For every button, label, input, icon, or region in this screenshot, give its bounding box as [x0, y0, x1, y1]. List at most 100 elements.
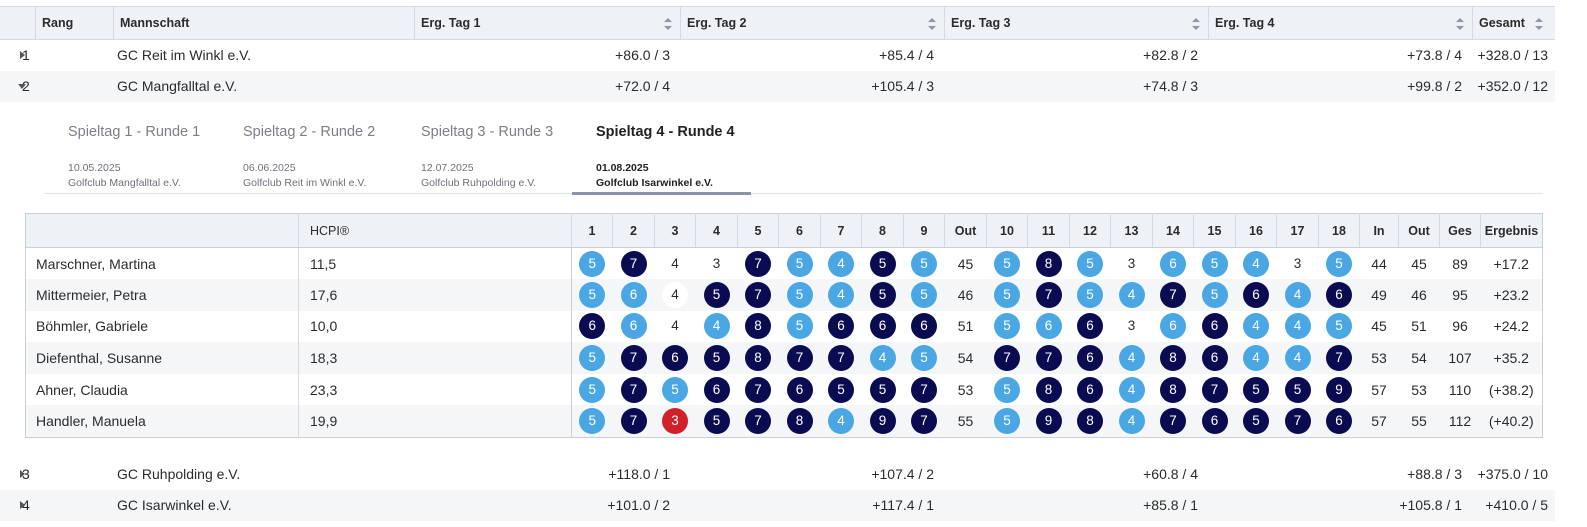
hole-16-cell: 6 [1235, 279, 1277, 311]
player-row: Handler, Manuela 19,9 5 7 3 5 7 8 4 9 7 55 5 9 8 4 7 6 5 7 6… [25, 405, 1543, 438]
hole-score: 5 [911, 345, 937, 372]
hole-score: 5 [579, 281, 606, 308]
tab-date: 01.08.2025 [596, 162, 649, 174]
hole-score: 7 [1035, 281, 1062, 308]
hole-13-cell: 4 [1110, 279, 1153, 311]
header-day2[interactable]: Erg. Tag 2 [680, 7, 944, 39]
tab-title: Spieltag 1 - Runde 1 [68, 124, 201, 140]
in-total: 57 [1359, 405, 1399, 438]
team-day3: +60.8 / 4 [1143, 466, 1198, 482]
hole-17-cell: 4 [1276, 342, 1319, 374]
team-rank: 2 [22, 78, 30, 94]
header-total[interactable]: Gesamt [1472, 7, 1551, 39]
hole-17-cell: 5 [1277, 374, 1319, 406]
tab-round-2[interactable]: Spieltag 2 - Runde 2 06.06.2025 Golfclub… [243, 110, 403, 193]
hole-15-cell: 7 [1194, 374, 1236, 406]
team-row[interactable]: 2 GC Mangfalltal e.V. +72.0 / 4 +105.4 /… [0, 71, 1555, 102]
team-rank: 1 [22, 47, 30, 63]
sort-icon[interactable] [1192, 18, 1200, 30]
hole-18-cell: 5 [1319, 248, 1360, 280]
team-day4: +73.8 / 4 [1407, 47, 1462, 63]
hole-9-cell: 5 [903, 279, 945, 311]
player-name: Ahner, Claudia [25, 373, 299, 406]
expand-toggle[interactable] [5, 459, 35, 490]
hole-score: 3 [1127, 255, 1136, 271]
hole-score: 6 [869, 313, 896, 340]
hole-2-cell: 7 [613, 248, 655, 280]
hole-score: 6 [1160, 313, 1186, 340]
hole-score: 3 [662, 408, 688, 435]
hole-score: 7 [1035, 345, 1062, 372]
hole-score: 7 [745, 250, 771, 277]
hole-6-cell: 8 [778, 405, 821, 438]
hole-score: 7 [911, 376, 937, 403]
sort-icon[interactable] [664, 18, 672, 30]
in-total: 49 [1359, 279, 1399, 311]
team-day1: +101.0 / 2 [607, 497, 670, 513]
expand-toggle[interactable] [5, 490, 35, 521]
tab-round-3[interactable]: Spieltag 3 - Runde 3 12.07.2025 Golfclub… [421, 110, 581, 193]
sort-icon[interactable] [928, 18, 936, 30]
hole-score: 6 [579, 313, 606, 340]
hole-5-cell: 7 [737, 279, 779, 311]
tab-round-4[interactable]: Spieltag 4 - Runde 4 01.08.2025 Golfclub… [572, 110, 751, 195]
hole-score: 4 [703, 313, 730, 340]
hole-3-cell: 4 [654, 279, 696, 311]
hole-10-cell: 5 [987, 248, 1028, 280]
hole-score: 7 [828, 345, 854, 372]
round-tabs: Spieltag 1 - Runde 1 10.05.2025 Golfclub… [44, 110, 1543, 195]
hole-16-cell: 5 [1235, 405, 1277, 438]
score-header-row: HCPI® 1 2 3 4 5 6 7 8 9 Out 10 11 12 13 14 15 16 17 18 In Ou… [25, 213, 1543, 248]
team-row[interactable]: 3 GC Ruhpolding e.V. +118.0 / 1 +107.4 /… [0, 459, 1555, 490]
tab-date: 12.07.2025 [421, 162, 474, 174]
header-rank[interactable]: Rang [35, 7, 113, 39]
header-col-7: 7 [820, 213, 862, 248]
hole-score: 9 [1035, 408, 1062, 435]
hole-score: 4 [1243, 345, 1269, 372]
header-day3[interactable]: Erg. Tag 3 [944, 7, 1208, 39]
team-day3: +85.8 / 1 [1143, 497, 1198, 513]
hole-score: 3 [1293, 255, 1302, 271]
team-day4: +105.8 / 1 [1399, 497, 1462, 513]
hole-1-cell: 5 [571, 279, 613, 311]
hole-3-cell: 6 [654, 342, 696, 374]
hole-15-cell: 5 [1194, 248, 1236, 280]
hole-10-cell: 5 [987, 374, 1028, 406]
hole-8-cell: 9 [861, 405, 904, 438]
hole-17-cell: 4 [1277, 311, 1319, 343]
team-total: +352.0 / 12 [1477, 78, 1548, 94]
hole-score: 4 [1118, 345, 1145, 372]
in-total: 45 [1371, 318, 1387, 335]
hole-9-cell: 7 [904, 374, 945, 406]
tab-club: Golfclub Ruhpolding e.V. [421, 177, 537, 189]
hole-score: 5 [869, 250, 896, 277]
sort-icon[interactable] [1456, 18, 1464, 30]
tab-round-1[interactable]: Spieltag 1 - Runde 1 10.05.2025 Golfclub… [68, 110, 228, 193]
team-day2: +105.4 / 3 [871, 78, 934, 94]
header-team[interactable]: Mannschaft [113, 7, 414, 39]
team-row[interactable]: 1 GC Reit im Winkl e.V. +86.0 / 3 +85.4 … [0, 40, 1555, 71]
hole-4-cell: 6 [696, 374, 738, 406]
hole-score: 5 [828, 376, 854, 403]
out-total: 54 [944, 342, 987, 374]
hole-14-cell: 7 [1152, 279, 1194, 311]
hole-score: 6 [786, 376, 813, 403]
team-day4: +99.8 / 2 [1407, 78, 1462, 94]
hole-score: 5 [703, 281, 730, 308]
hole-score: 6 [1326, 281, 1352, 308]
team-name: GC Reit im Winkl e.V. [117, 47, 252, 63]
hole-score: 7 [994, 345, 1020, 372]
hole-8-cell: 6 [862, 311, 904, 343]
team-row[interactable]: 4 GC Isarwinkel e.V. +101.0 / 2 +117.4 /… [0, 490, 1555, 521]
hole-13-cell: 4 [1110, 342, 1153, 374]
hole-score: 6 [1243, 281, 1269, 308]
hole-11-cell: 9 [1027, 405, 1070, 438]
header-day4[interactable]: Erg. Tag 4 [1208, 7, 1472, 39]
header-day1[interactable]: Erg. Tag 1 [414, 7, 680, 39]
sort-icon[interactable] [1535, 18, 1543, 30]
collapse-toggle[interactable] [5, 71, 35, 102]
out-total: 53 [1411, 381, 1427, 398]
hole-score: 8 [1160, 376, 1186, 403]
expand-toggle[interactable] [5, 40, 35, 71]
hole-8-cell: 4 [861, 342, 904, 374]
